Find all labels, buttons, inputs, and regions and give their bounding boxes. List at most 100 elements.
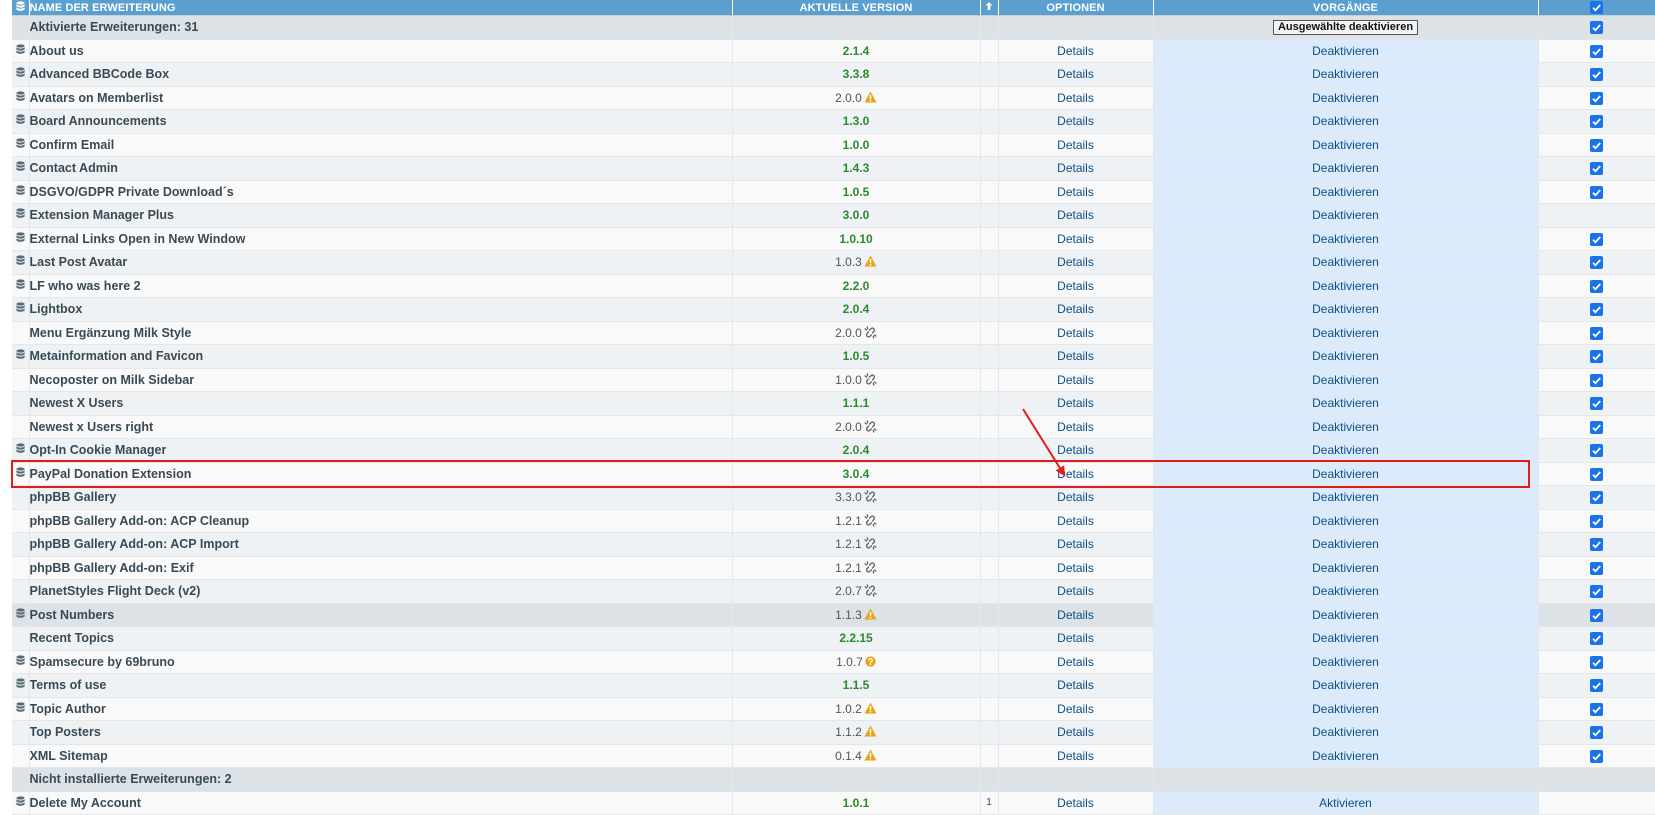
header-select-all[interactable] [1538,0,1655,16]
checkbox-icon[interactable] [1590,632,1603,646]
deactivate-link[interactable]: Deaktivieren [1312,420,1379,434]
details-link[interactable]: Details [1057,537,1094,551]
checkbox-icon[interactable] [1590,350,1603,364]
deactivate-link[interactable]: Deaktivieren [1312,608,1379,622]
deactivate-link[interactable]: Deaktivieren [1312,326,1379,340]
details-link[interactable]: Details [1057,655,1094,669]
deactivate-link[interactable]: Deaktivieren [1312,67,1379,81]
checkbox-icon[interactable] [1590,679,1603,693]
checkbox-icon[interactable] [1590,1,1603,14]
deactivate-link[interactable]: Deaktivieren [1312,631,1379,645]
details-link[interactable]: Details [1057,443,1094,457]
deactivate-link[interactable]: Deaktivieren [1312,655,1379,669]
deactivate-link[interactable]: Deaktivieren [1312,514,1379,528]
deactivate-link[interactable]: Deaktivieren [1312,44,1379,58]
details-link[interactable]: Details [1057,67,1094,81]
details-link[interactable]: Details [1057,678,1094,692]
details-link[interactable]: Details [1057,749,1094,763]
details-link[interactable]: Details [1057,584,1094,598]
checkbox-icon[interactable] [1590,397,1603,411]
checkbox-icon[interactable] [1590,444,1603,458]
details-link[interactable]: Details [1057,702,1094,716]
details-link[interactable]: Details [1057,396,1094,410]
checkbox-icon[interactable] [1590,326,1603,340]
details-link[interactable]: Details [1057,326,1094,340]
checkbox-icon[interactable] [1590,115,1603,129]
checkbox-icon[interactable] [1590,749,1603,763]
checkbox-icon[interactable] [1590,162,1603,176]
deactivate-link[interactable]: Deaktivieren [1312,114,1379,128]
deactivate-link[interactable]: Deaktivieren [1312,185,1379,199]
details-link[interactable]: Details [1057,138,1094,152]
details-link[interactable]: Details [1057,91,1094,105]
checkbox-icon[interactable] [1590,185,1603,199]
details-link[interactable]: Details [1057,373,1094,387]
deactivate-link[interactable]: Deaktivieren [1312,749,1379,763]
deactivate-link[interactable]: Deaktivieren [1312,702,1379,716]
details-link[interactable]: Details [1057,302,1094,316]
checkbox-icon[interactable] [1590,303,1603,317]
header-sort[interactable] [980,0,999,16]
details-link[interactable]: Details [1057,161,1094,175]
details-link[interactable]: Details [1057,561,1094,575]
arrow-up-icon[interactable] [984,1,994,11]
details-link[interactable]: Details [1057,185,1094,199]
header-version[interactable]: AKTUELLE VERSION [732,0,981,16]
checkbox-icon[interactable] [1590,232,1603,246]
checkbox-icon[interactable] [1590,68,1603,82]
details-link[interactable]: Details [1057,44,1094,58]
checkbox-icon[interactable] [1590,561,1603,575]
checkbox-icon[interactable] [1590,585,1603,599]
checkbox-icon[interactable] [1590,702,1603,716]
checkbox-icon[interactable] [1590,608,1603,622]
checkbox-icon[interactable] [1590,726,1603,740]
checkbox-icon[interactable] [1590,655,1603,669]
details-link[interactable]: Details [1057,255,1094,269]
checkbox-icon[interactable] [1590,91,1603,105]
deactivate-link[interactable]: Deaktivieren [1312,232,1379,246]
checkbox-icon[interactable] [1590,138,1603,152]
deactivate-link[interactable]: Deaktivieren [1312,279,1379,293]
deactivate-link[interactable]: Deaktivieren [1312,349,1379,363]
details-link[interactable]: Details [1057,208,1094,222]
deactivate-link[interactable]: Deaktivieren [1312,537,1379,551]
deactivate-link[interactable]: Deaktivieren [1312,678,1379,692]
deactivate-link[interactable]: Deaktivieren [1312,208,1379,222]
details-link[interactable]: Details [1057,349,1094,363]
deactivate-link[interactable]: Deaktivieren [1312,373,1379,387]
deactivate-link[interactable]: Deaktivieren [1312,255,1379,269]
checkbox-icon[interactable] [1590,491,1603,505]
deactivate-link[interactable]: Deaktivieren [1312,561,1379,575]
deactivate-selected-button[interactable]: Ausgewählte deaktivieren [1272,20,1419,36]
details-link[interactable]: Details [1057,608,1094,622]
details-link[interactable]: Details [1057,631,1094,645]
deactivate-link[interactable]: Deaktivieren [1312,490,1379,504]
checkbox-icon[interactable] [1590,21,1603,35]
details-link[interactable]: Details [1057,796,1094,810]
checkbox-icon[interactable] [1590,44,1603,58]
deactivate-link[interactable]: Deaktivieren [1312,584,1379,598]
deactivate-link[interactable]: Deaktivieren [1312,443,1379,457]
deactivate-link[interactable]: Deaktivieren [1312,467,1379,481]
activate-link[interactable]: Aktivieren [1319,796,1372,810]
checkbox-icon[interactable] [1590,256,1603,270]
deactivate-link[interactable]: Deaktivieren [1312,302,1379,316]
checkbox-icon[interactable] [1590,373,1603,387]
details-link[interactable]: Details [1057,725,1094,739]
deactivate-link[interactable]: Deaktivieren [1312,91,1379,105]
checkbox-icon[interactable] [1590,279,1603,293]
details-link[interactable]: Details [1057,514,1094,528]
details-link[interactable]: Details [1057,420,1094,434]
deactivate-link[interactable]: Deaktivieren [1312,396,1379,410]
checkbox-icon[interactable] [1590,467,1603,481]
deactivate-link[interactable]: Deaktivieren [1312,138,1379,152]
deactivate-link[interactable]: Deaktivieren [1312,161,1379,175]
details-link[interactable]: Details [1057,279,1094,293]
details-link[interactable]: Details [1057,490,1094,504]
deactivate-link[interactable]: Deaktivieren [1312,725,1379,739]
checkbox-icon[interactable] [1590,514,1603,528]
details-link[interactable]: Details [1057,114,1094,128]
details-link[interactable]: Details [1057,467,1094,481]
details-link[interactable]: Details [1057,232,1094,246]
checkbox-icon[interactable] [1590,420,1603,434]
